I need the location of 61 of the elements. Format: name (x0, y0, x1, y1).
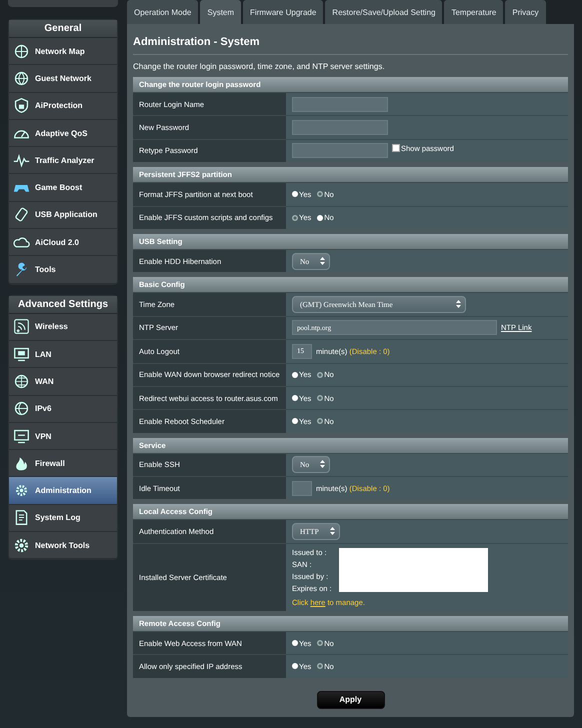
menu-item[interactable]: AiCloud 2.0 (9, 229, 117, 256)
radio-button[interactable] (292, 214, 298, 221)
number-field[interactable] (292, 480, 312, 496)
radio-button[interactable] (292, 395, 298, 402)
menu-item[interactable]: Game Boost (9, 174, 117, 202)
caret-icon (456, 300, 461, 308)
radio-button[interactable] (317, 640, 324, 646)
password-field[interactable] (292, 143, 388, 158)
caret-icon (320, 256, 326, 265)
globe-icon (13, 372, 30, 390)
wifi-icon (13, 318, 30, 336)
monitor-icon (13, 346, 30, 363)
caret-icon (320, 460, 326, 468)
input-field[interactable] (292, 96, 388, 112)
radio-button[interactable] (317, 395, 324, 402)
menu-heading: General (44, 23, 82, 34)
globe-icon (13, 42, 30, 60)
menu-item[interactable]: WAN (9, 368, 117, 396)
menu-item[interactable]: Guest Network (9, 65, 117, 93)
radio-button[interactable] (317, 214, 324, 221)
menu-item[interactable]: IPv6 (9, 396, 117, 423)
radio-button[interactable] (317, 191, 324, 198)
tab[interactable]: Restore/Save/Upload Setting (325, 0, 442, 24)
radio-button[interactable] (317, 372, 324, 378)
radio-button[interactable] (317, 663, 324, 670)
globe-icon (13, 70, 30, 87)
radio-button[interactable] (292, 191, 298, 198)
radio-button[interactable] (292, 372, 298, 378)
caret-icon (330, 527, 335, 536)
menu-item[interactable]: Network Map (9, 38, 117, 66)
menu-item[interactable]: Administration (9, 477, 117, 505)
radio-button[interactable] (317, 418, 324, 424)
radio-button[interactable] (292, 663, 298, 670)
menu-item[interactable]: Wireless (9, 314, 117, 341)
tab[interactable]: System (200, 0, 242, 24)
radio-button[interactable] (292, 640, 298, 646)
gear-icon (13, 536, 30, 554)
menu-item[interactable]: System Log (9, 504, 117, 532)
checkbox[interactable] (392, 144, 400, 152)
menu-heading: Advanced Settings (18, 298, 108, 310)
document-icon (13, 509, 30, 526)
radio-button[interactable] (292, 418, 298, 424)
shield-icon (13, 97, 30, 114)
menu-item[interactable]: Network Tools (9, 532, 117, 560)
input-field[interactable] (292, 120, 388, 136)
menu-item[interactable]: Tools (9, 256, 117, 284)
menu-item[interactable]: Traffic Analyzer (9, 147, 117, 174)
menu-item[interactable]: LAN (9, 340, 117, 368)
menu-item[interactable]: USB Application (9, 202, 117, 230)
menu-item[interactable]: AiProtection (9, 92, 117, 120)
menu-item[interactable]: Adaptive QoS (9, 120, 117, 148)
tab[interactable]: Temperature (444, 0, 504, 24)
tab[interactable]: Privacy (505, 0, 546, 24)
apply-button[interactable]: Apply (316, 690, 384, 709)
page-title: Administration - System (133, 36, 261, 48)
globe-icon (13, 400, 30, 418)
menu-item[interactable]: VPN (9, 422, 117, 450)
page-description: Change the router login password, time zone, and NTP server settings. (133, 62, 386, 71)
monitor-icon (13, 428, 30, 444)
tab[interactable]: Operation Mode (127, 0, 198, 24)
tab[interactable]: Firmware Upgrade (243, 0, 324, 24)
